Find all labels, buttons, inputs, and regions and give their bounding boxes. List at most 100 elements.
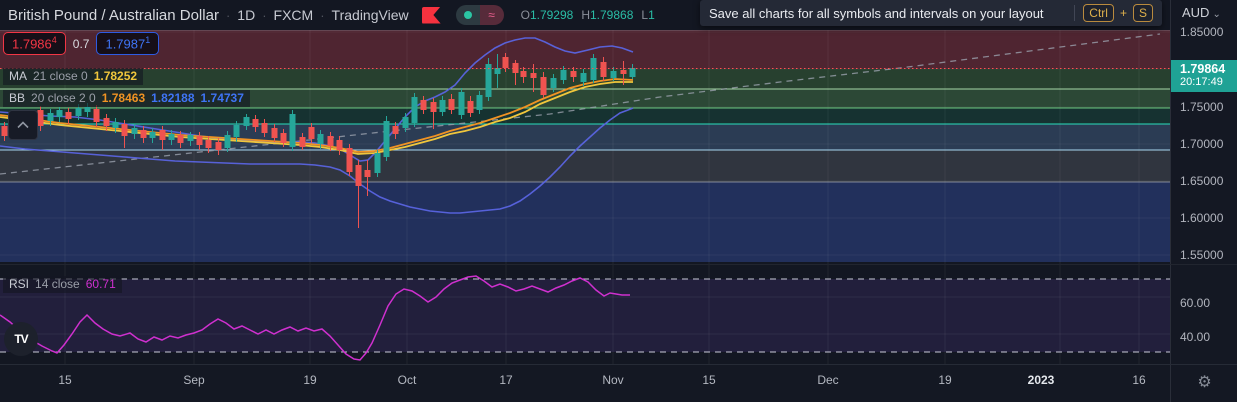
ma-indicator-legend[interactable]: MA 21 close 0 1.78252 — [3, 68, 144, 85]
candle — [448, 94, 455, 114]
candle — [494, 54, 501, 88]
high-value: 1.79868 — [590, 8, 634, 22]
candle — [485, 58, 492, 101]
price-tick-label: 1.60000 — [1180, 211, 1224, 225]
candle — [252, 115, 259, 132]
rsi-indicator-legend[interactable]: RSI 14 close 60.71 — [3, 276, 122, 293]
rsi-value: 60.71 — [85, 277, 116, 291]
s-key-badge: S — [1132, 4, 1153, 22]
candle — [149, 128, 156, 143]
current-price: 1.79864 — [1180, 62, 1226, 76]
candle — [392, 122, 399, 139]
candle — [271, 124, 278, 142]
candle — [65, 108, 72, 124]
rsi-name: RSI — [9, 277, 30, 291]
candle — [374, 150, 381, 177]
time-tick-label: Sep — [183, 373, 205, 387]
candle — [224, 131, 231, 152]
price-tick-label: 40.00 — [1180, 330, 1211, 344]
low-value-partial: 1 — [648, 8, 655, 22]
price-axis[interactable]: AUD ⌄ 1.85000 1.75000 1.70000 1.65000 1.60000… — [1170, 0, 1237, 402]
candle — [56, 107, 63, 122]
plus-sign: + — [1119, 6, 1127, 20]
exchange-label[interactable]: FXCM — [274, 7, 314, 23]
candle — [476, 91, 483, 114]
candle — [196, 132, 203, 150]
bb-upper-value: 1.82188 — [151, 91, 195, 105]
candle — [299, 133, 306, 150]
time-tick-label: Oct — [397, 373, 417, 387]
candle — [540, 72, 547, 98]
candle — [411, 93, 418, 127]
ma-value: 1.78252 — [93, 69, 138, 83]
rsi-indicator-pane[interactable] — [0, 264, 1170, 364]
ma-params: 21 close 0 — [33, 69, 88, 83]
candle — [289, 110, 296, 151]
high-label: H — [581, 8, 590, 22]
tooltip-text: Save all charts for all symbols and inte… — [709, 5, 1044, 21]
interval-label[interactable]: 1D — [237, 7, 255, 23]
price-tick-label: 60.00 — [1180, 296, 1211, 310]
candle — [383, 116, 390, 161]
time-tick-label: Dec — [817, 373, 839, 387]
chevron-down-icon: ⌄ — [1212, 9, 1221, 20]
time-tick-label: 17 — [499, 373, 513, 387]
separator-dot: · — [320, 7, 325, 23]
open-label: O — [520, 8, 530, 22]
time-tick-label: 15 — [702, 373, 716, 387]
ctrl-key-badge: Ctrl — [1083, 4, 1114, 22]
candle — [512, 60, 519, 85]
save-layout-tooltip: Save all charts for all symbols and inte… — [700, 0, 1162, 26]
candle — [37, 106, 44, 131]
collapse-legends-button[interactable] — [8, 110, 38, 140]
time-tick-label: 15 — [58, 373, 72, 387]
candlestick-chart[interactable] — [0, 0, 1170, 264]
tradingview-chart-window: British Pound / Australian Dollar · 1D ·… — [0, 0, 1237, 402]
price-tick-label: 1.55000 — [1180, 248, 1224, 262]
bb-lower-value: 1.74737 — [200, 91, 244, 105]
ma-name: MA — [9, 69, 27, 83]
rsi-params: 14 close — [35, 277, 80, 291]
bb-basis-value: 1.78463 — [101, 91, 146, 105]
chart-plot-area[interactable] — [0, 0, 1170, 402]
time-axis[interactable]: 15 Sep 19 Oct 17 Nov 15 Dec 19 2023 16 — [0, 364, 1170, 402]
chevron-up-icon — [17, 121, 29, 129]
time-tick-label: 19 — [938, 373, 952, 387]
candle — [243, 114, 250, 130]
symbol-title[interactable]: British Pound / Australian Dollar — [8, 7, 219, 24]
market-status-toggle[interactable]: ≈ — [455, 5, 504, 25]
time-tick-label: Nov — [602, 373, 624, 387]
candle — [1, 122, 8, 141]
price-tick-label: 1.85000 — [1180, 25, 1224, 39]
countdown-time: 20:17:49 — [1180, 76, 1223, 88]
bb-params: 20 close 2 0 — [31, 91, 96, 105]
candle — [629, 64, 636, 79]
spread-value: 0.7 — [72, 36, 90, 51]
bb-name: BB — [9, 91, 26, 105]
bb-indicator-legend[interactable]: BB 20 close 2 0 1.78463 1.82188 1.74737 — [3, 90, 250, 107]
open-value: 1.79298 — [529, 8, 574, 22]
separator-dot: · — [262, 7, 267, 23]
candle — [458, 88, 465, 119]
candle — [346, 144, 353, 176]
time-tick-label: 16 — [1132, 373, 1146, 387]
bid-ask-row: 1.79864 0.7 1.79871 — [3, 32, 160, 56]
pane-divider[interactable] — [0, 264, 1237, 265]
candle — [420, 96, 427, 114]
green-dot-icon — [463, 11, 472, 19]
tooltip-divider — [1074, 5, 1076, 21]
bid-price-button[interactable]: 1.79864 — [3, 32, 66, 56]
tradingview-flag-icon[interactable] — [421, 6, 441, 24]
time-tick-label: 19 — [303, 373, 317, 387]
tradingview-logo-icon[interactable]: TV — [4, 322, 38, 356]
ask-price-button[interactable]: 1.79871 — [96, 32, 160, 56]
settings-gear-icon[interactable]: ⚙ — [1171, 372, 1237, 392]
separator-dot: · — [225, 7, 231, 23]
currency-selector[interactable]: AUD ⌄ — [1182, 5, 1221, 20]
candle — [439, 96, 446, 116]
market-open-segment — [455, 5, 480, 25]
candle — [261, 119, 268, 137]
wave-segment: ≈ — [479, 5, 504, 25]
price-tick-label: 1.70000 — [1180, 137, 1224, 151]
axis-divider — [0, 364, 1237, 365]
